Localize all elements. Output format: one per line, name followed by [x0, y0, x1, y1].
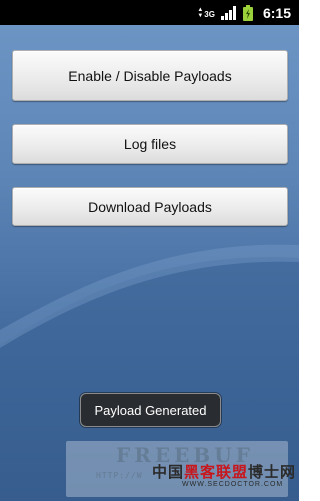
status-bar: ▲ ▼ 3G 6:15: [0, 0, 299, 25]
download-payloads-button[interactable]: Download Payloads: [12, 187, 288, 226]
app-screen: ▲ ▼ 3G 6:15 Enable / Disable Payloads Log…: [0, 0, 299, 501]
watermark-site: WWW.SECDOCTOR.COM: [182, 481, 284, 488]
log-files-button[interactable]: Log files: [12, 124, 288, 164]
toast-message: Payload Generated: [80, 393, 221, 427]
enable-disable-payloads-button[interactable]: Enable / Disable Payloads: [12, 50, 288, 101]
watermark: FREEBUF HTTP://W 中国黑客联盟博士网 WWW.SECDOCTOR…: [66, 441, 295, 497]
network-label: 3G: [204, 9, 215, 19]
signal-strength-icon: [220, 5, 236, 20]
watermark-cn-text: 中国黑客联盟博士网: [152, 464, 297, 481]
network-3g-icon: ▲ ▼ 3G: [197, 6, 215, 19]
watermark-url: HTTP://W: [96, 471, 143, 480]
clock: 6:15: [262, 4, 291, 21]
battery-charging-icon: [242, 4, 253, 21]
